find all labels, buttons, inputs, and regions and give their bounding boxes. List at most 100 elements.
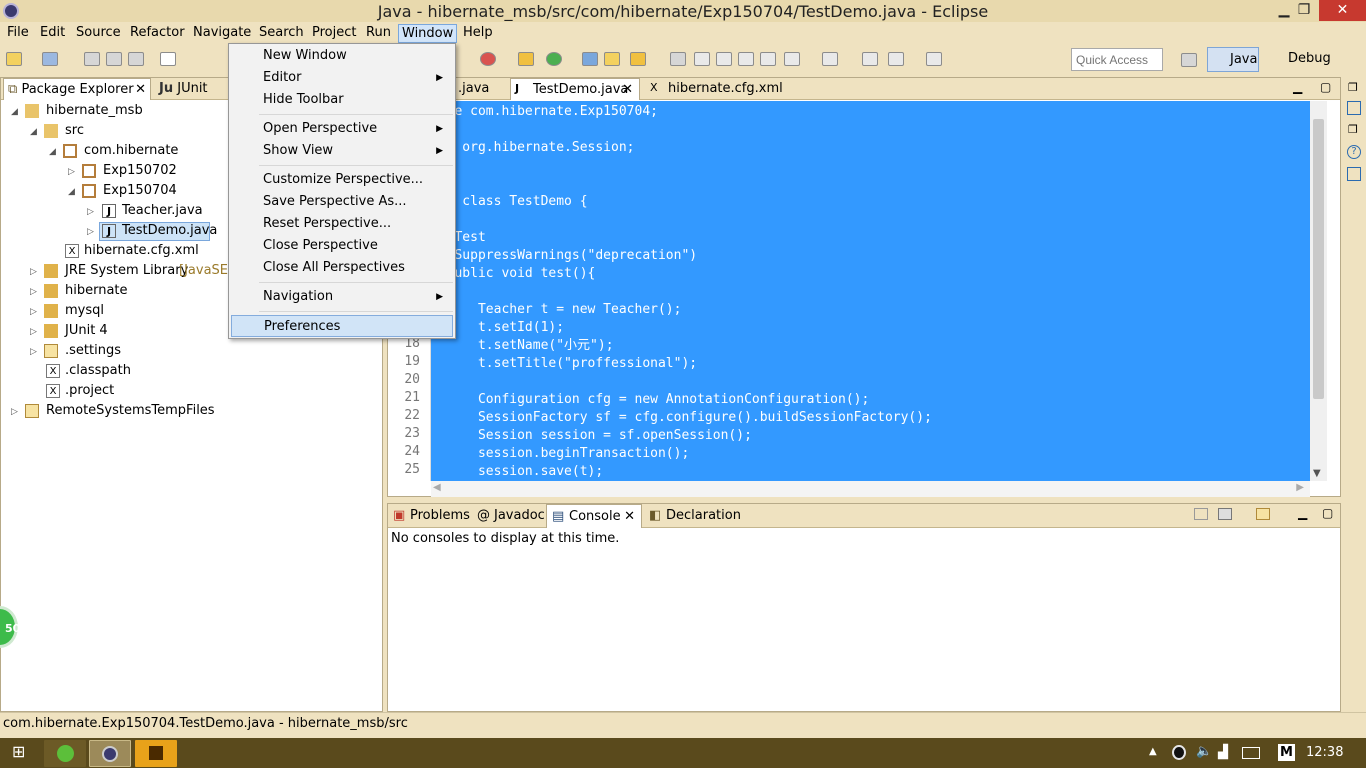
perspective-debug-button[interactable]: Debug	[1266, 47, 1332, 72]
minimize-button[interactable]: ▁	[1274, 0, 1294, 21]
javadoc-icon: @	[477, 508, 490, 523]
menu-item-new-window[interactable]: New Window	[231, 45, 453, 67]
open-folder-icon[interactable]	[604, 52, 620, 66]
restore-button[interactable]: ❐	[1294, 0, 1314, 21]
tab-console[interactable]: ▤ Console ✕	[546, 504, 642, 528]
new-package-icon[interactable]	[42, 52, 58, 66]
block-icon[interactable]	[738, 52, 754, 66]
xml-file-icon: X	[65, 244, 79, 258]
close-button[interactable]: ✕	[1319, 0, 1366, 21]
menu-search[interactable]: Search	[256, 24, 307, 43]
next-annotation-icon[interactable]	[784, 52, 800, 66]
open-perspective-icon[interactable]	[1181, 53, 1197, 67]
help-icon[interactable]: ?	[1347, 145, 1361, 159]
editor-horizontal-scrollbar[interactable]: ◀ ▶	[431, 481, 1310, 497]
debug-icon[interactable]	[518, 52, 534, 66]
keyboard-icon[interactable]	[1242, 747, 1260, 759]
restore-icon[interactable]: ❐	[1348, 81, 1358, 94]
menu-source[interactable]: Source	[73, 24, 124, 43]
pilcrow-icon[interactable]	[760, 52, 776, 66]
menu-item-customize-perspective[interactable]: Customize Perspective...	[231, 169, 453, 191]
toggle-icon[interactable]	[716, 52, 732, 66]
pin-console-icon[interactable]	[1194, 508, 1208, 520]
ime-indicator[interactable]: M	[1278, 744, 1295, 761]
scroll-right-icon[interactable]: ▶	[1296, 482, 1304, 493]
taskbar-eclipse[interactable]	[89, 740, 131, 767]
code-editor[interactable]: kage com.hibernate.Exp150704; ort org.hi…	[431, 101, 1310, 481]
restore-icon[interactable]: ❐	[1348, 123, 1358, 136]
menu-item-show-view[interactable]: Show View ▶	[231, 140, 453, 162]
prev-annotation-icon[interactable]	[822, 52, 838, 66]
folder-icon	[44, 344, 58, 358]
menu-item-preferences[interactable]: Preferences	[231, 315, 453, 337]
tab-close-icon[interactable]: ✕	[135, 82, 146, 97]
outline-icon[interactable]	[1347, 101, 1361, 115]
scroll-down-icon[interactable]: ▼	[1313, 468, 1321, 479]
editor-vertical-scrollbar[interactable]: ▼	[1310, 101, 1327, 481]
menu-item-navigation[interactable]: Navigation ▶	[231, 286, 453, 308]
task-list-icon[interactable]	[1347, 167, 1361, 181]
menu-item-close-all-perspectives[interactable]: Close All Perspectives	[231, 257, 453, 279]
taskbar-360-browser[interactable]	[44, 740, 86, 767]
minimize-view-icon[interactable]: ▁	[1298, 506, 1307, 520]
tab-declaration[interactable]: ◧ Declaration	[644, 504, 747, 528]
search-tool-icon[interactable]	[630, 52, 646, 66]
display-console-icon[interactable]	[1218, 508, 1232, 520]
tab-problems[interactable]: ▣ Problems	[388, 504, 476, 528]
menu-item-close-perspective[interactable]: Close Perspective	[231, 235, 453, 257]
code-line: session.beginTransaction();	[431, 446, 690, 461]
line-number: 24	[404, 444, 420, 459]
menu-navigate[interactable]: Navigate	[190, 24, 254, 43]
quick-access-input[interactable]	[1071, 48, 1163, 71]
run-icon[interactable]	[480, 52, 496, 66]
tray-expand-icon[interactable]: ▲	[1149, 746, 1157, 757]
tab-package-explorer[interactable]: ⧉ Package Explorer ✕	[3, 78, 151, 100]
tab-javadoc[interactable]: @ Javadoc	[472, 504, 551, 528]
system-clock[interactable]: 12:38	[1306, 745, 1343, 760]
menu-item-editor[interactable]: Editor ▶	[231, 67, 453, 89]
tab-close-icon[interactable]: ✕	[622, 82, 633, 97]
minimize-view-icon[interactable]: ▁	[1293, 80, 1302, 94]
last-edit-icon[interactable]	[862, 52, 878, 66]
windows-start-icon[interactable]: ⊞	[12, 744, 28, 760]
perspective-java-button[interactable]: Java	[1207, 47, 1259, 72]
taskbar-app[interactable]	[135, 740, 177, 767]
menu-run[interactable]: Run	[363, 24, 394, 43]
open-console-icon[interactable]	[1256, 508, 1270, 520]
scroll-left-icon[interactable]: ◀	[433, 482, 441, 493]
new-icon[interactable]	[6, 52, 22, 66]
binary-icon[interactable]	[160, 52, 176, 66]
qq-icon[interactable]	[1172, 745, 1186, 760]
maximize-view-icon[interactable]: ▢	[1322, 506, 1333, 520]
network-icon[interactable]: ▟	[1218, 745, 1228, 760]
scrollbar-thumb[interactable]	[1313, 119, 1324, 399]
volume-icon[interactable]: 🔈	[1196, 744, 1212, 759]
save-all-icon[interactable]	[106, 52, 122, 66]
menu-item-hide-toolbar[interactable]: Hide Toolbar	[231, 89, 453, 111]
forward-icon[interactable]	[926, 52, 942, 66]
menu-item-open-perspective[interactable]: Open Perspective ▶	[231, 118, 453, 140]
print-icon[interactable]	[128, 52, 144, 66]
annotation-icon[interactable]	[670, 52, 686, 66]
menu-window[interactable]: Window	[398, 24, 458, 43]
editor-tab-testdemo[interactable]: J TestDemo.java ✕	[510, 78, 640, 100]
save-icon[interactable]	[84, 52, 100, 66]
back-icon[interactable]	[888, 52, 904, 66]
menu-item-reset-perspective[interactable]: Reset Perspective...	[231, 213, 453, 235]
menu-file[interactable]: File	[4, 24, 32, 43]
menu-item-save-perspective-as[interactable]: Save Perspective As...	[231, 191, 453, 213]
tab-close-icon[interactable]: ✕	[624, 509, 635, 524]
submenu-arrow-icon: ▶	[436, 292, 443, 302]
menu-refactor[interactable]: Refactor	[127, 24, 188, 43]
run-green-icon[interactable]	[546, 52, 562, 66]
pen-icon[interactable]	[694, 52, 710, 66]
line-number: 25	[404, 462, 420, 477]
menu-project[interactable]: Project	[309, 24, 359, 43]
open-type-icon[interactable]	[582, 52, 598, 66]
maximize-view-icon[interactable]: ▢	[1320, 80, 1331, 94]
editor-tab-hibernate-cfg[interactable]: X hibernate.cfg.xml	[646, 78, 787, 100]
editor-tab-java[interactable]: .java	[454, 78, 493, 100]
menu-help[interactable]: Help	[460, 24, 496, 43]
tab-junit[interactable]: Ju JUnit	[155, 78, 212, 100]
menu-edit[interactable]: Edit	[37, 24, 68, 43]
